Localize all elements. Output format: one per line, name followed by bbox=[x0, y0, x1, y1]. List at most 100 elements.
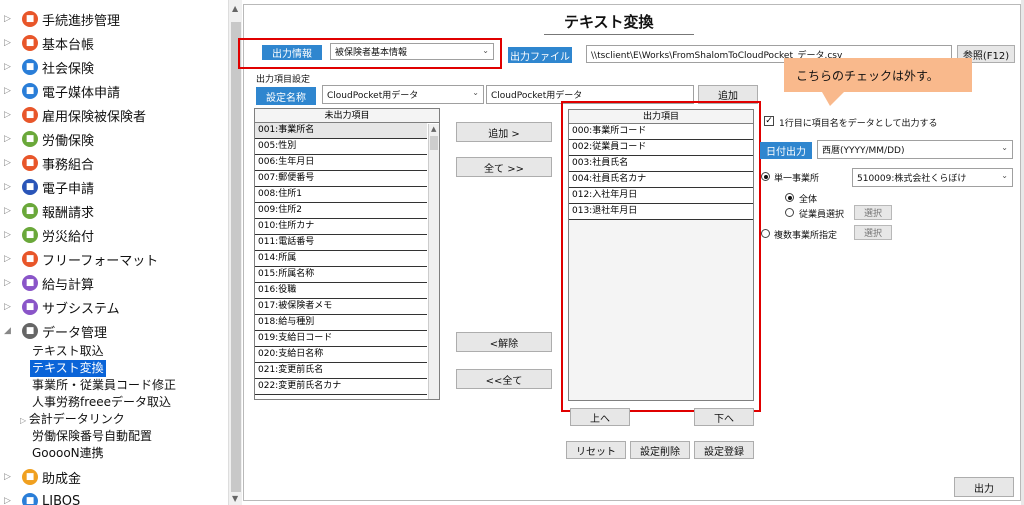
list-item[interactable]: 008:住所1 bbox=[255, 187, 427, 203]
multi-office-select-button[interactable]: 選択 bbox=[854, 225, 892, 240]
list-item[interactable]: 015:所属名称 bbox=[255, 267, 427, 283]
sidebar-item-subsidy[interactable]: ▷ ■ 助成金 bbox=[0, 466, 226, 488]
list-item[interactable]: 009:住所2 bbox=[255, 203, 427, 219]
first-row-header-checkbox[interactable]: ✓ bbox=[764, 116, 774, 126]
expanded-arrow-icon[interactable]: ◢ bbox=[4, 326, 14, 336]
expand-arrow-icon[interactable]: ▷ bbox=[4, 254, 14, 264]
libos-icon: ■ bbox=[22, 493, 38, 505]
chevron-down-icon: ⌄ bbox=[1001, 143, 1008, 152]
sidebar-item-data-management[interactable]: ◢ ■ データ管理 bbox=[0, 320, 226, 342]
date-output-dropdown[interactable]: 西暦(YYYY/MM/DD) ⌄ bbox=[817, 140, 1013, 159]
single-office-dropdown[interactable]: 510009:株式会社くらぼけ ⌄ bbox=[852, 168, 1013, 187]
sidebar-item-label: サブシステム bbox=[42, 301, 120, 317]
list-item[interactable]: 022:変更前氏名カナ bbox=[255, 379, 427, 395]
list-item[interactable]: 020:支給日名称 bbox=[255, 347, 427, 363]
list-item[interactable]: 007:郵便番号 bbox=[255, 171, 427, 187]
list-item[interactable]: 016:役職 bbox=[255, 283, 427, 299]
sidebar-item-billing[interactable]: ▷ ■ 報酬請求 bbox=[0, 200, 226, 222]
expand-arrow-icon[interactable]: ▷ bbox=[4, 86, 14, 96]
expand-arrow-icon[interactable]: ▷ bbox=[4, 182, 14, 192]
unoutput-list-scrollbar[interactable]: ▲ bbox=[428, 124, 439, 399]
expand-arrow-icon[interactable]: ▷ bbox=[4, 472, 14, 482]
scroll-up-icon[interactable]: ▲ bbox=[431, 125, 436, 133]
output-button[interactable]: 出力 bbox=[954, 477, 1014, 497]
sidebar-subitem[interactable]: 事業所・従業員コード修正 bbox=[32, 377, 176, 394]
move-up-button[interactable]: 上へ bbox=[570, 408, 630, 426]
add-item-button[interactable]: 追加 > bbox=[456, 122, 552, 142]
sidebar-subitem[interactable]: 労働保険番号自動配置 bbox=[32, 428, 152, 445]
employee-select-label: 従業員選択 bbox=[799, 210, 845, 220]
list-item[interactable]: 017:被保険者メモ bbox=[255, 299, 427, 315]
expand-arrow-icon[interactable]: ▷ bbox=[4, 302, 14, 312]
sidebar-subitem[interactable]: ▷ 会計データリンク bbox=[20, 411, 125, 428]
first-row-header-label: 1行目に項目名をデータとして出力する bbox=[779, 119, 938, 129]
single-office-value: 510009:株式会社くらぼけ bbox=[857, 174, 967, 184]
expand-arrow-icon[interactable]: ▷ bbox=[4, 230, 14, 240]
sidebar-subitem[interactable]: テキスト変換 bbox=[30, 360, 106, 377]
search-icon: ■ bbox=[22, 83, 38, 99]
list-item[interactable]: 010:住所カナ bbox=[255, 219, 427, 235]
scrollbar-thumb[interactable] bbox=[231, 22, 241, 492]
sidebar-subitem[interactable]: GooooN連携 bbox=[32, 445, 104, 462]
title-underline bbox=[544, 34, 694, 35]
register-setting-button[interactable]: 設定登録 bbox=[694, 441, 754, 459]
multi-office-radio[interactable] bbox=[761, 229, 770, 238]
list-item[interactable]: 011:電話番号 bbox=[255, 235, 427, 251]
sidebar-subitem[interactable]: 人事労務freeeデータ取込 bbox=[32, 394, 171, 411]
progress-icon: ■ bbox=[22, 11, 38, 27]
list-item[interactable]: 005:性別 bbox=[255, 139, 427, 155]
sidebar-item-e-application[interactable]: ▷ ■ 電子申請 bbox=[0, 176, 226, 198]
sidebar-subitem[interactable]: テキスト取込 bbox=[32, 343, 104, 360]
expand-arrow-icon[interactable]: ▷ bbox=[4, 278, 14, 288]
expand-arrow-icon[interactable]: ▷ bbox=[4, 496, 14, 505]
list-item[interactable]: 014:所属 bbox=[255, 251, 427, 267]
sidebar-item-subsystem[interactable]: ▷ ■ サブシステム bbox=[0, 296, 226, 318]
sidebar-item-label: 雇用保険被保険者 bbox=[42, 109, 147, 125]
list-item[interactable]: 021:変更前氏名 bbox=[255, 363, 427, 379]
sidebar-item-ledger[interactable]: ▷ ■ 基本台帳 bbox=[0, 32, 226, 54]
sidebar-item-payroll[interactable]: ▷ ■ 給与計算 bbox=[0, 272, 226, 294]
expand-arrow-icon[interactable]: ▷ bbox=[4, 38, 14, 48]
sidebar-item-progress[interactable]: ▷ ■ 手続進捗管理 bbox=[0, 8, 226, 30]
sidebar-item-accident-benefit[interactable]: ▷ ■ 労災給付 bbox=[0, 224, 226, 246]
sidebar-item-labor-insurance[interactable]: ▷ ■ 労働保険 bbox=[0, 128, 226, 150]
sidebar-item-association[interactable]: ▷ ■ 事務組合 bbox=[0, 152, 226, 174]
list-item[interactable]: 006:生年月日 bbox=[255, 155, 427, 171]
expand-arrow-icon[interactable]: ▷ bbox=[4, 158, 14, 168]
employee-select-button[interactable]: 選択 bbox=[854, 205, 892, 220]
sidebar-item-libos[interactable]: ▷ ■ LIBOS bbox=[0, 490, 226, 505]
sidebar-item-label: 給与計算 bbox=[42, 277, 95, 293]
sidebar-item-free-format[interactable]: ▷ ■ フリーフォーマット bbox=[0, 248, 226, 270]
add-all-button[interactable]: 全て >> bbox=[456, 157, 552, 177]
expand-arrow-icon[interactable]: ▷ bbox=[4, 110, 14, 120]
single-office-radio[interactable] bbox=[761, 172, 770, 181]
expand-arrow-icon[interactable]: ▷ bbox=[4, 134, 14, 144]
all-radio[interactable] bbox=[785, 193, 794, 202]
sidebar-item-search[interactable]: ▷ ■ 電子媒体申請 bbox=[0, 80, 226, 102]
setting-name-dropdown[interactable]: CloudPocket用データ ⌄ bbox=[322, 85, 484, 104]
chevron-down-icon: ⌄ bbox=[1001, 171, 1008, 180]
scroll-down-icon[interactable]: ▼ bbox=[232, 494, 238, 503]
setting-name-value: CloudPocket用データ bbox=[327, 91, 419, 101]
sidebar-scrollbar[interactable]: ▲ ▼ bbox=[228, 0, 242, 505]
sidebar-item-employment-insurance[interactable]: ▷ ■ 雇用保険被保険者 bbox=[0, 104, 226, 126]
reset-button[interactable]: リセット bbox=[566, 441, 626, 459]
unoutput-items-list[interactable]: 未出力項目 001:事業所名 005:性別 006:生年月日 007:郵便番号 008:… bbox=[254, 108, 440, 400]
list-item[interactable]: 019:支給日コード bbox=[255, 331, 427, 347]
scroll-up-icon[interactable]: ▲ bbox=[232, 4, 238, 13]
scrollbar-thumb[interactable] bbox=[430, 136, 438, 150]
sidebar-item-social-insurance[interactable]: ▷ ■ 社会保険 bbox=[0, 56, 226, 78]
remove-all-button[interactable]: <<全て bbox=[456, 369, 552, 389]
remove-item-button[interactable]: <解除 bbox=[456, 332, 552, 352]
list-item[interactable]: 018:給与種別 bbox=[255, 315, 427, 331]
delete-setting-button[interactable]: 設定削除 bbox=[630, 441, 690, 459]
move-down-button[interactable]: 下へ bbox=[694, 408, 754, 426]
e-application-icon: ■ bbox=[22, 179, 38, 195]
expand-arrow-icon[interactable]: ▷ bbox=[4, 62, 14, 72]
expand-arrow-icon[interactable]: ▷ bbox=[20, 416, 29, 425]
expand-arrow-icon[interactable]: ▷ bbox=[4, 206, 14, 216]
sidebar-item-label: 社会保険 bbox=[42, 61, 95, 77]
employee-select-radio[interactable] bbox=[785, 208, 794, 217]
expand-arrow-icon[interactable]: ▷ bbox=[4, 14, 14, 24]
list-item[interactable]: 001:事業所名 bbox=[255, 123, 427, 139]
